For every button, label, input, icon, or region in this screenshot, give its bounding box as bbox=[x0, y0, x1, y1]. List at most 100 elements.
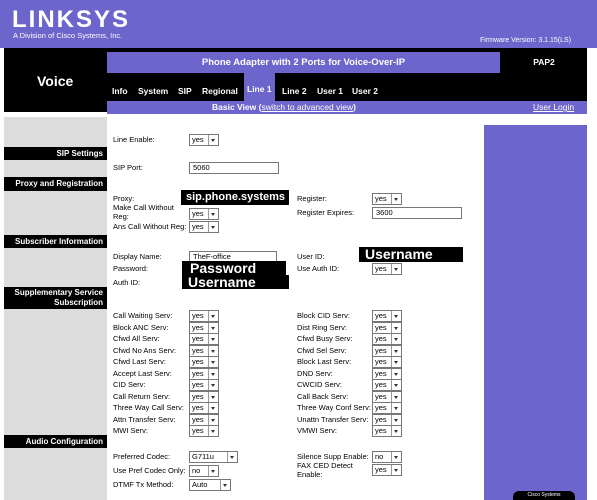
view-mode: Basic View (switch to advanced view) bbox=[212, 102, 356, 113]
make-call-select[interactable]: yes bbox=[189, 208, 219, 220]
make-call-value: yes bbox=[192, 209, 204, 218]
chevron-down-icon bbox=[220, 480, 230, 490]
preferred-codec-label: Preferred Codec: bbox=[113, 452, 171, 461]
product-title: Phone Adapter with 2 Ports for Voice-Ove… bbox=[107, 52, 500, 73]
tab-regional[interactable]: Regional bbox=[202, 74, 238, 101]
fax-ced-label: FAX CED Detect Enable: bbox=[297, 461, 353, 479]
ans-call-label: Ans Call Without Reg: bbox=[113, 222, 187, 231]
chevron-down-icon bbox=[227, 452, 237, 462]
sip-port-label: SIP Port: bbox=[113, 163, 143, 172]
accept-last-serv-label: Accept Last Serv: bbox=[113, 369, 172, 378]
fax-ced-label-line1: FAX CED Detect bbox=[297, 461, 353, 470]
display-name-label: Display Name: bbox=[113, 252, 162, 261]
preferred-codec-select[interactable]: G711u bbox=[189, 451, 238, 463]
call-waiting-serv-select[interactable]: yes bbox=[189, 310, 219, 322]
cfwd-last-serv-select[interactable]: yes bbox=[189, 356, 219, 368]
user-id-label: User ID: bbox=[297, 252, 325, 261]
cfwd-all-serv-select[interactable]: yes bbox=[189, 333, 219, 345]
chevron-down-icon bbox=[391, 346, 401, 356]
dtmf-tx-label: DTMF Tx Method: bbox=[113, 480, 174, 489]
chevron-down-icon bbox=[208, 311, 218, 321]
model-name: PAP2 bbox=[501, 52, 587, 73]
tab-info[interactable]: Info bbox=[112, 74, 128, 101]
ans-call-select[interactable]: yes bbox=[189, 221, 219, 233]
chevron-down-icon bbox=[391, 403, 401, 413]
right-edge bbox=[587, 48, 597, 500]
user-id-value[interactable]: Username bbox=[359, 247, 463, 262]
accept-last-serv-value: yes bbox=[192, 369, 204, 378]
chevron-down-icon bbox=[208, 415, 218, 425]
attn-transfer-serv-label: Attn Transfer Serv: bbox=[113, 415, 176, 424]
tab-user-2[interactable]: User 2 bbox=[352, 74, 378, 101]
auth-id-value[interactable]: Username bbox=[182, 275, 289, 289]
line-enable-value: yes bbox=[192, 135, 204, 144]
chevron-down-icon bbox=[208, 392, 218, 402]
page-title: Voice bbox=[37, 73, 74, 89]
tab-line-1[interactable]: Line 1 bbox=[244, 72, 275, 103]
section-supplementary: Supplementary Service Subscription bbox=[4, 287, 107, 309]
mwi-serv-value: yes bbox=[192, 426, 204, 435]
dtmf-tx-value: Auto bbox=[192, 480, 208, 489]
proxy-value[interactable]: sip.phone.systems bbox=[181, 190, 290, 205]
call-back-serv-label: Call Back Serv: bbox=[297, 392, 349, 401]
register-select[interactable]: yes bbox=[372, 193, 402, 205]
chevron-down-icon bbox=[208, 369, 218, 379]
register-expires-label: Register Expires: bbox=[297, 208, 355, 217]
tab-user-1[interactable]: User 1 bbox=[317, 74, 343, 101]
dnd-serv-value: yes bbox=[375, 369, 387, 378]
fax-ced-select[interactable]: yes bbox=[372, 464, 402, 476]
chevron-down-icon bbox=[208, 135, 218, 145]
chevron-down-icon bbox=[208, 426, 218, 436]
dtmf-tx-select[interactable]: Auto bbox=[189, 479, 231, 491]
tab-line-2[interactable]: Line 2 bbox=[282, 74, 307, 101]
chevron-down-icon bbox=[391, 380, 401, 390]
linksys-logo: LINKSYS bbox=[12, 6, 131, 33]
block-anc-serv-label: Block ANC Serv: bbox=[113, 323, 169, 332]
dist-ring-serv-label: Dist Ring Serv: bbox=[297, 323, 348, 332]
block-cid-serv-select[interactable]: yes bbox=[372, 310, 402, 322]
cfwd-busy-serv-select[interactable]: yes bbox=[372, 333, 402, 345]
cid-serv-select[interactable]: yes bbox=[189, 379, 219, 391]
sip-port-input[interactable]: 5060 bbox=[189, 162, 279, 174]
use-auth-id-select[interactable]: yes bbox=[372, 263, 402, 275]
switch-advanced-link[interactable]: switch to advanced view bbox=[261, 102, 353, 112]
chevron-down-icon bbox=[391, 452, 401, 462]
tab-system[interactable]: System bbox=[138, 74, 168, 101]
three-way-conf-serv-select[interactable]: yes bbox=[372, 402, 402, 414]
cfwd-all-serv-label: Cfwd All Serv: bbox=[113, 334, 160, 343]
section-supplementary-line1: Supplementary Service bbox=[14, 288, 103, 297]
block-last-serv-select[interactable]: yes bbox=[372, 356, 402, 368]
cfwd-sel-serv-value: yes bbox=[375, 346, 387, 355]
three-way-call-serv-select[interactable]: yes bbox=[189, 402, 219, 414]
password-value[interactable]: Password bbox=[182, 261, 286, 275]
chevron-down-icon bbox=[391, 264, 401, 274]
logo-subtitle: A Division of Cisco Systems, Inc. bbox=[13, 31, 123, 40]
chevron-down-icon bbox=[208, 466, 218, 476]
vmwi-serv-select[interactable]: yes bbox=[372, 425, 402, 437]
mwi-serv-select[interactable]: yes bbox=[189, 425, 219, 437]
password-label: Password: bbox=[113, 264, 149, 273]
chevron-down-icon bbox=[391, 194, 401, 204]
use-pref-codec-select[interactable]: no bbox=[189, 465, 219, 477]
auth-id-label: Auth ID: bbox=[113, 278, 141, 287]
chevron-down-icon bbox=[391, 426, 401, 436]
user-login-link[interactable]: User Login bbox=[533, 102, 574, 113]
three-way-conf-serv-value: yes bbox=[375, 403, 387, 412]
right-panel bbox=[484, 125, 587, 500]
firmware-version: Firmware Version: 3.1.15(LS) bbox=[480, 37, 572, 44]
tab-sip[interactable]: SIP bbox=[178, 74, 192, 101]
cfwd-sel-serv-label: Cfwd Sel Serv: bbox=[297, 346, 347, 355]
cwcid-serv-select[interactable]: yes bbox=[372, 379, 402, 391]
line-enable-select[interactable]: yes bbox=[189, 134, 219, 146]
use-pref-codec-label: Use Pref Codec Only: bbox=[113, 466, 186, 475]
cfwd-no-ans-serv-value: yes bbox=[192, 346, 204, 355]
cwcid-serv-label: CWCID Serv: bbox=[297, 380, 342, 389]
silence-supp-select[interactable]: no bbox=[372, 451, 402, 463]
block-last-serv-label: Block Last Serv: bbox=[297, 357, 352, 366]
make-call-label-line2: Reg: bbox=[113, 212, 129, 221]
preferred-codec-value: G711u bbox=[192, 452, 214, 461]
register-expires-input[interactable]: 3600 bbox=[372, 207, 462, 219]
voice-title-box: Voice bbox=[4, 48, 107, 112]
register-value: yes bbox=[375, 194, 387, 203]
vmwi-serv-value: yes bbox=[375, 426, 387, 435]
